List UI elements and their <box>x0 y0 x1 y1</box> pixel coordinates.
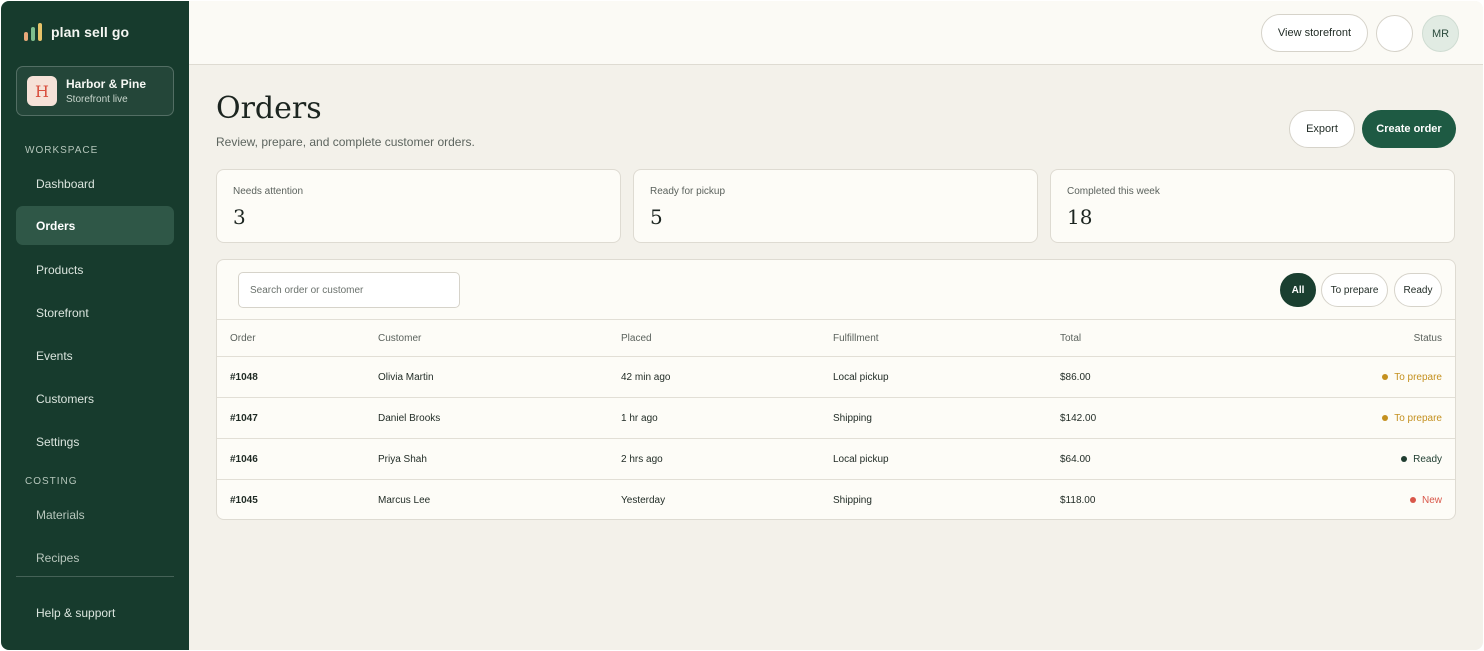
cell-total: $118.00 <box>1060 494 1096 506</box>
section-label-workspace: WORKSPACE <box>25 145 99 156</box>
cell-placed: Yesterday <box>621 494 666 506</box>
sidebar-item-orders[interactable]: Orders <box>16 206 174 245</box>
column-header-status[interactable]: Status <box>1414 320 1442 356</box>
store-name: Harbor & Pine <box>66 77 147 91</box>
table-row[interactable]: #1047 Daniel Brooks 1 hr ago Shipping $142.0… <box>217 398 1455 439</box>
status-badge: New <box>1409 480 1442 519</box>
status-badge: To prepare <box>1382 398 1442 438</box>
sidebar-item-help[interactable]: Help & support <box>16 593 174 632</box>
cell-order[interactable]: #1046 <box>230 439 258 479</box>
cell-order[interactable]: #1045 <box>230 480 258 519</box>
sidebar-item-dashboard[interactable]: Dashboard <box>16 164 174 203</box>
status-badge: Ready <box>1401 439 1442 479</box>
cell-total: $64.00 <box>1060 453 1091 465</box>
app-window: plan sell go H Harbor & Pine Storefront … <box>1 1 1483 650</box>
sidebar-item-materials[interactable]: Materials <box>16 495 174 534</box>
stat-value: 18 <box>1067 205 1093 229</box>
cell-placed: 1 hr ago <box>621 412 658 424</box>
sidebar-item-events[interactable]: Events <box>16 336 174 375</box>
main-content: View storefront MR Orders Review, prepar… <box>189 1 1483 650</box>
cell-order[interactable]: #1047 <box>230 398 258 438</box>
view-storefront-button[interactable]: View storefront <box>1261 14 1368 52</box>
orders-table-card: All To prepare Ready Order Customer Plac… <box>216 259 1456 520</box>
stat-label: Ready for pickup <box>650 186 726 197</box>
table-row[interactable]: #1045 Marcus Lee Yesterday Shipping $118.00 N… <box>217 480 1455 519</box>
cell-placed: 2 hrs ago <box>621 453 663 465</box>
filter-chip-all[interactable]: All <box>1280 273 1316 307</box>
column-header-fulfillment[interactable]: Fulfillment <box>833 320 879 356</box>
create-order-button[interactable]: Create order <box>1362 110 1456 148</box>
status-label: To prepare <box>1394 412 1442 424</box>
table-row[interactable]: #1048 Olivia Martin 42 min ago Local pickup… <box>217 357 1455 398</box>
stat-card-ready-for-pickup: Ready for pickup 5 <box>633 169 1038 243</box>
topbar: View storefront MR <box>189 1 1483 65</box>
export-button[interactable]: Export <box>1289 110 1355 148</box>
section-label-costing: COSTING <box>25 476 78 487</box>
column-header-order[interactable]: Order <box>230 320 256 356</box>
store-logo: H <box>27 76 57 106</box>
store-status: Storefront live <box>66 94 128 105</box>
cell-total: $86.00 <box>1060 371 1091 383</box>
cell-order[interactable]: #1048 <box>230 357 258 397</box>
page-title: Orders <box>216 91 322 126</box>
cell-fulfillment: Shipping <box>833 494 872 506</box>
stat-card-needs-attention: Needs attention 3 <box>216 169 621 243</box>
brand-bar <box>38 23 42 41</box>
status-dot-icon <box>1401 456 1408 462</box>
sidebar-item-storefront[interactable]: Storefront <box>16 293 174 332</box>
stat-value: 5 <box>650 205 663 229</box>
stat-card-completed-this-week: Completed this week 18 <box>1050 169 1455 243</box>
sidebar-divider <box>16 576 174 577</box>
store-switcher[interactable]: H Harbor & Pine Storefront live <box>16 66 174 116</box>
status-label: Ready <box>1413 453 1442 465</box>
cell-fulfillment: Local pickup <box>833 371 889 383</box>
cell-fulfillment: Local pickup <box>833 453 889 465</box>
stat-value: 3 <box>233 205 246 229</box>
sidebar-item-settings[interactable]: Settings <box>16 422 174 461</box>
brand-bar <box>31 27 35 41</box>
cell-fulfillment: Shipping <box>833 412 872 424</box>
sidebar-item-customers[interactable]: Customers <box>16 379 174 418</box>
column-header-customer[interactable]: Customer <box>378 320 421 356</box>
page-subtitle: Review, prepare, and complete customer o… <box>216 135 475 149</box>
cell-customer: Priya Shah <box>378 453 427 465</box>
blank-circle-button[interactable] <box>1376 15 1413 52</box>
sidebar-item-products[interactable]: Products <box>16 250 174 289</box>
cell-customer: Marcus Lee <box>378 494 431 506</box>
status-label: To prepare <box>1394 371 1442 383</box>
brand-name: plan sell go <box>51 24 130 40</box>
cell-customer: Olivia Martin <box>378 371 434 383</box>
status-dot-icon <box>1409 497 1416 503</box>
status-dot-icon <box>1382 415 1389 421</box>
cell-placed: 42 min ago <box>621 371 671 383</box>
stat-label: Needs attention <box>233 186 304 197</box>
table-row[interactable]: #1046 Priya Shah 2 hrs ago Local pickup $64.… <box>217 439 1455 480</box>
table-header: Order Customer Placed Fulfillment Total … <box>217 319 1455 357</box>
brand[interactable]: plan sell go <box>24 23 129 41</box>
filter-chip-to-prepare[interactable]: To prepare <box>1321 273 1388 307</box>
column-header-total[interactable]: Total <box>1060 320 1081 356</box>
sidebar-item-recipes[interactable]: Recipes <box>16 538 174 577</box>
avatar[interactable]: MR <box>1422 15 1459 52</box>
column-header-placed[interactable]: Placed <box>621 320 652 356</box>
brand-bar <box>24 32 28 41</box>
brand-logo-icon <box>24 23 42 41</box>
stat-label: Completed this week <box>1067 186 1160 197</box>
search-input[interactable] <box>238 272 460 308</box>
cell-total: $142.00 <box>1060 412 1097 424</box>
status-label: New <box>1421 494 1442 506</box>
sidebar: plan sell go H Harbor & Pine Storefront … <box>1 1 189 650</box>
cell-customer: Daniel Brooks <box>378 412 441 424</box>
status-dot-icon <box>1382 374 1389 380</box>
filter-chip-ready[interactable]: Ready <box>1394 273 1442 307</box>
status-badge: To prepare <box>1382 357 1442 397</box>
